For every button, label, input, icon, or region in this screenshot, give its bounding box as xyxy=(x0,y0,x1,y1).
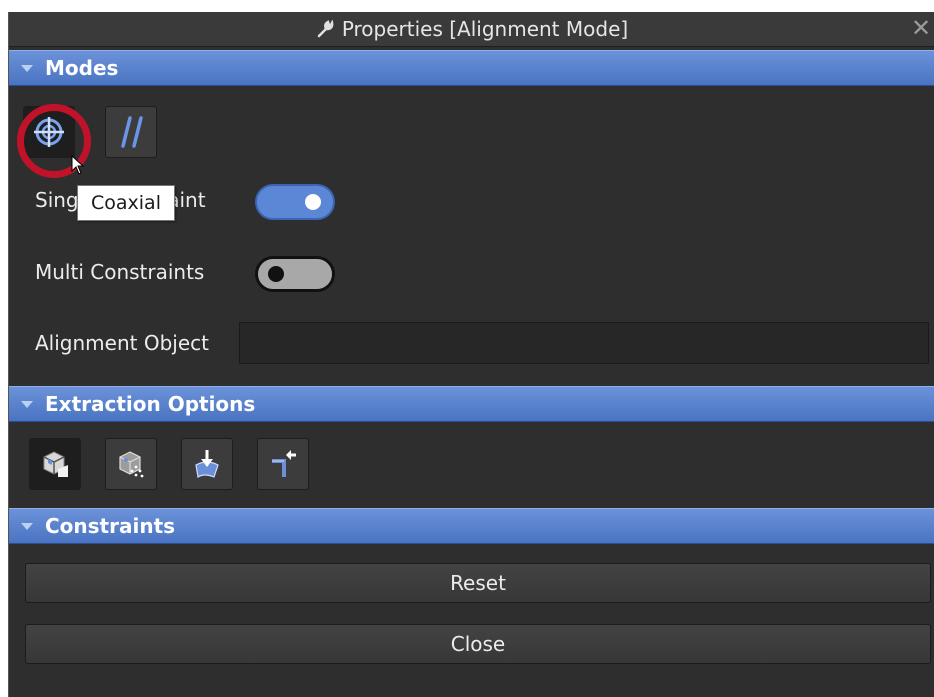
extraction-options-header-label: Extraction Options xyxy=(45,392,256,416)
alignment-object-field[interactable] xyxy=(239,322,929,364)
modes-section-header[interactable]: Modes xyxy=(9,50,934,86)
parallel-mode-button[interactable] xyxy=(105,106,157,158)
constraints-section-header[interactable]: Constraints xyxy=(9,508,934,544)
alignment-object-label: Alignment Object xyxy=(35,331,209,355)
surface-arrow-icon xyxy=(195,450,219,479)
toggle-knob xyxy=(305,194,321,210)
title-bar: Properties [Alignment Mode] xyxy=(9,12,934,47)
parallel-lines-icon xyxy=(121,116,143,148)
extraction-options-section-header[interactable]: Extraction Options xyxy=(9,386,934,422)
cube-points-icon xyxy=(119,451,144,478)
single-constraint-label-left: Sing xyxy=(35,188,79,212)
extract-surface-button[interactable] xyxy=(181,438,233,490)
collapse-arrow-icon xyxy=(21,400,33,408)
properties-panel: Properties [Alignment Mode] ✕ Modes Sing… xyxy=(8,12,934,697)
mouse-cursor-icon xyxy=(71,154,85,181)
multi-constraints-label: Multi Constraints xyxy=(35,260,205,284)
close-button[interactable]: Close xyxy=(25,624,931,664)
collapse-arrow-icon xyxy=(21,64,33,72)
coaxial-tooltip: Coaxial xyxy=(77,185,175,221)
single-constraint-toggle[interactable] xyxy=(255,184,335,220)
reset-button[interactable]: Reset xyxy=(25,563,931,603)
extract-edge-button[interactable] xyxy=(257,438,309,490)
wrench-icon xyxy=(316,20,334,38)
window-title: Properties [Alignment Mode] xyxy=(341,17,629,41)
toggle-knob xyxy=(268,266,284,282)
collapse-arrow-icon xyxy=(21,522,33,530)
extract-points-button[interactable] xyxy=(105,438,157,490)
modes-header-label: Modes xyxy=(45,56,119,80)
extract-solid-button[interactable] xyxy=(29,438,81,490)
close-icon[interactable]: ✕ xyxy=(908,14,934,42)
multi-constraints-toggle[interactable] xyxy=(255,256,335,292)
constraints-header-label: Constraints xyxy=(45,514,176,538)
edge-arrow-icon xyxy=(272,450,296,477)
cube-solid-icon xyxy=(43,451,68,477)
